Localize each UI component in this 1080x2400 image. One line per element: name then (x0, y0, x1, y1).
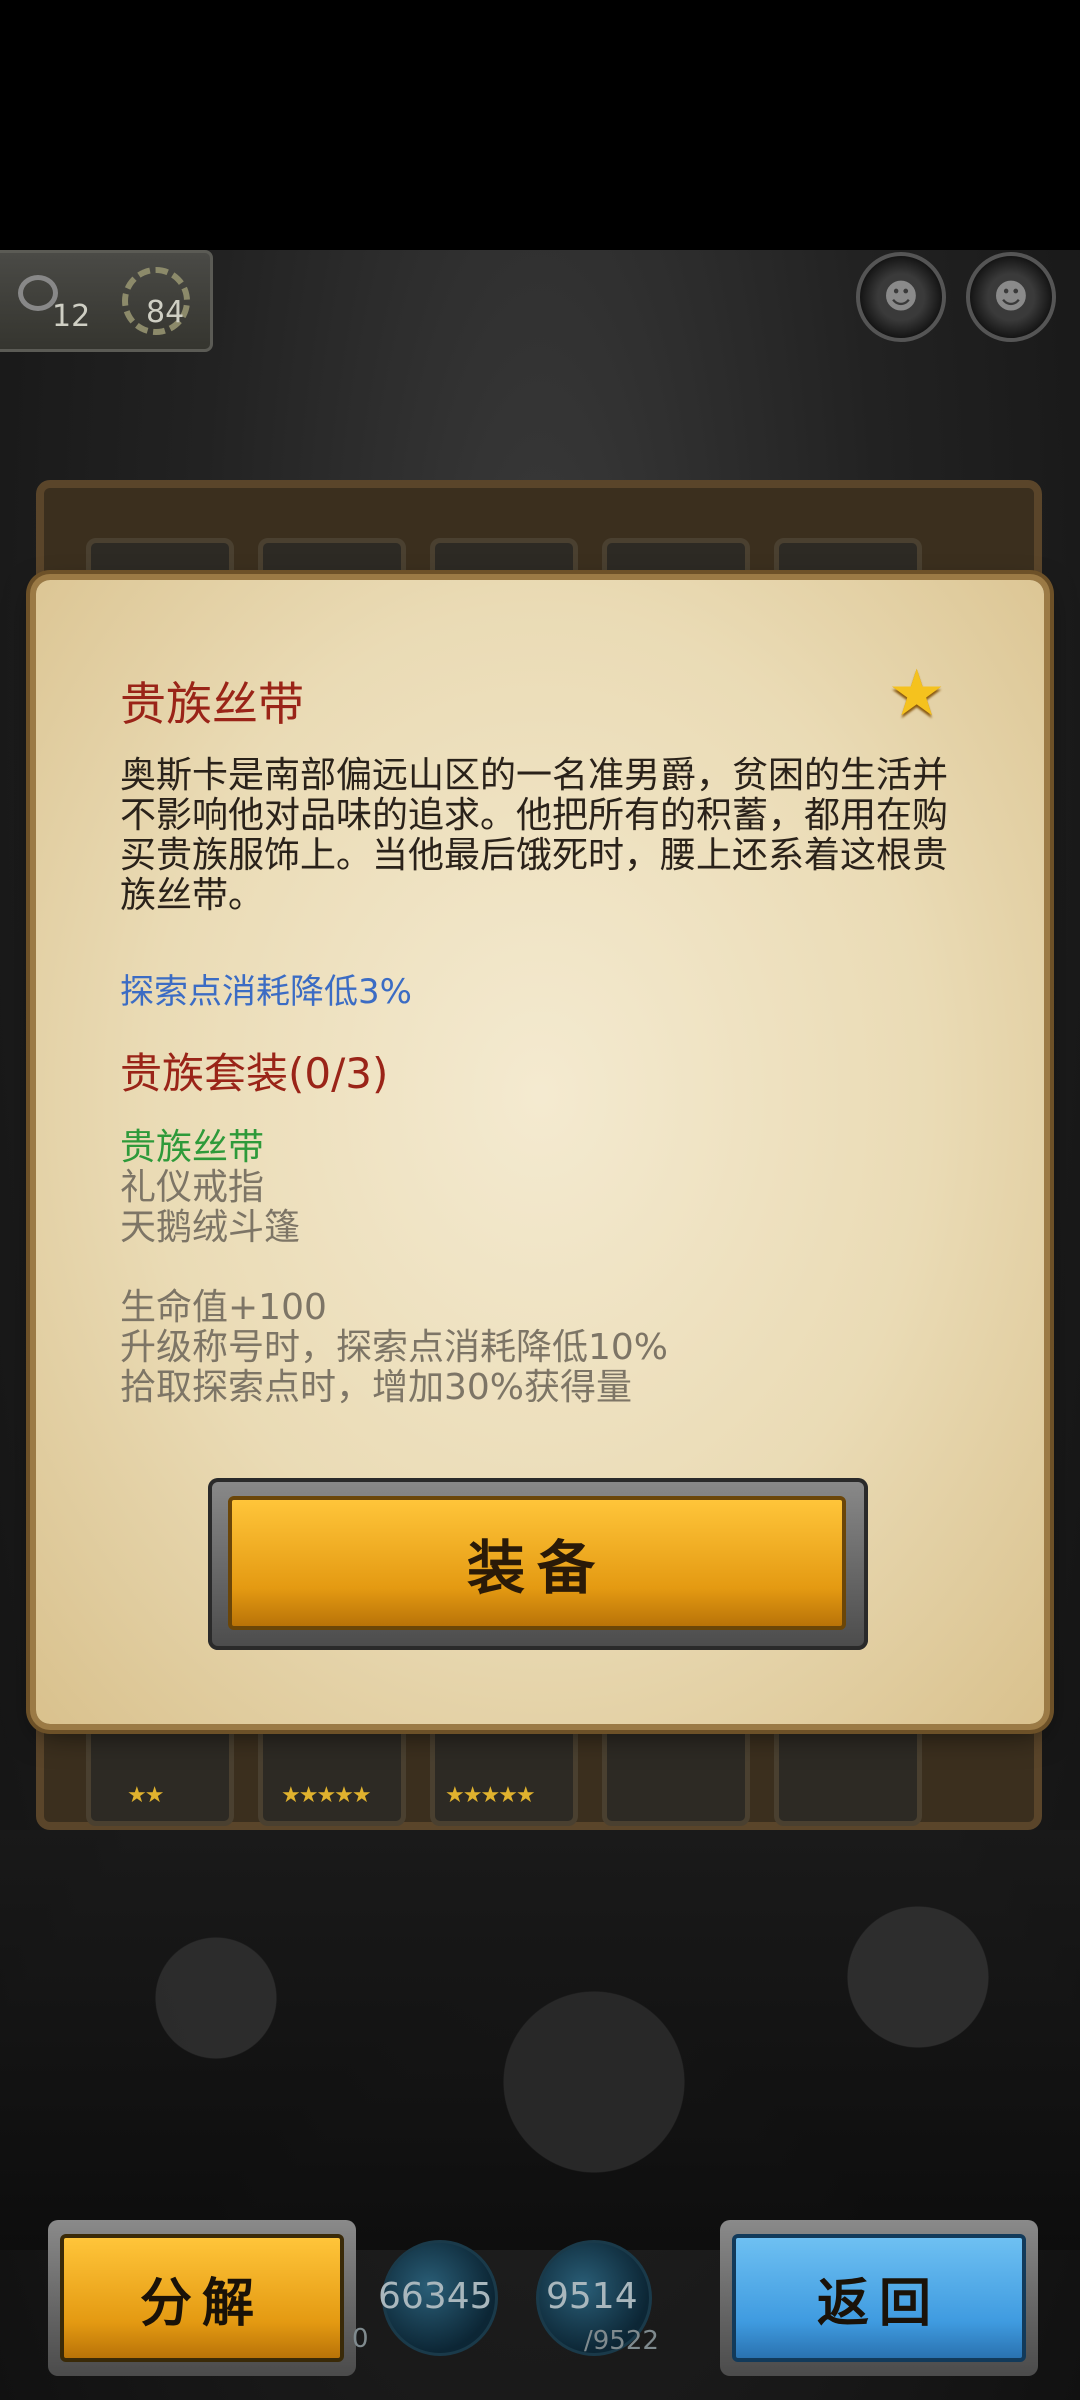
set-item-list: 贵族丝带 礼仪戒指 天鹅绒斗篷 (120, 1128, 300, 1248)
resource-a-value: 12 (52, 299, 91, 334)
equip-button[interactable]: 装备 (228, 1496, 846, 1630)
set-bonus: 升级称号时，探索点消耗降低10% (120, 1327, 669, 1368)
explore-points-value: 9514 (546, 2276, 638, 2317)
inventory-slot[interactable] (774, 1706, 922, 1826)
rubble-art (0, 1830, 1080, 2250)
item-stars: ★★★★★ (281, 1783, 372, 1808)
inventory-slot[interactable]: ★★ (86, 1706, 234, 1826)
item-stars: ★★★★★ (445, 1783, 536, 1808)
set-item: 天鹅绒斗篷 (120, 1207, 301, 1248)
set-bonus: 拾取探索点时，增加30%获得量 (120, 1367, 633, 1408)
item-name: 贵族丝带 (120, 677, 304, 731)
monster-button-2[interactable]: ☻ (966, 252, 1056, 342)
item-description: 奥斯卡是南部偏远山区的一名准男爵，贫困的生活并不影响他对品味的追求。他把所有的积… (120, 755, 949, 916)
explore-points-max: /9522 (584, 2326, 659, 2356)
set-item: 贵族丝带 (120, 1127, 265, 1168)
monster-face-icon: ☻ (993, 277, 1029, 317)
item-stars: ★★ (127, 1783, 164, 1808)
monster-face-icon: ☻ (883, 277, 919, 317)
dismantle-button-frame: 分解 (48, 2220, 356, 2376)
back-button-frame: 返回 (720, 2220, 1038, 2376)
star-icon: ★ (888, 657, 946, 731)
resource-b-value: 84 (146, 295, 185, 330)
item-effect: 探索点消耗降低3% (120, 972, 412, 1012)
inventory-slot[interactable]: ★★★★★ (430, 1706, 578, 1826)
inventory-slot[interactable]: ★★★★★ (258, 1706, 406, 1826)
set-bonus-list: 生命值+100 升级称号时，探索点消耗降低10% 拾取探索点时，增加30%获得量 (120, 1288, 668, 1408)
back-button[interactable]: 返回 (732, 2234, 1026, 2362)
monster-button-1[interactable]: ☻ (856, 252, 946, 342)
resource-counter: 12 84 (0, 250, 213, 352)
dismantle-button[interactable]: 分解 (60, 2234, 344, 2362)
equip-button-frame: 装备 (208, 1478, 868, 1650)
set-title: 贵族套装(0/3) (120, 1049, 389, 1098)
set-bonus: 生命值+100 (120, 1287, 327, 1328)
gold-value: 66345 (378, 2276, 493, 2317)
inventory-slot[interactable] (602, 1706, 750, 1826)
set-item: 礼仪戒指 (120, 1167, 265, 1208)
gold-partial: 0 (352, 2324, 369, 2354)
